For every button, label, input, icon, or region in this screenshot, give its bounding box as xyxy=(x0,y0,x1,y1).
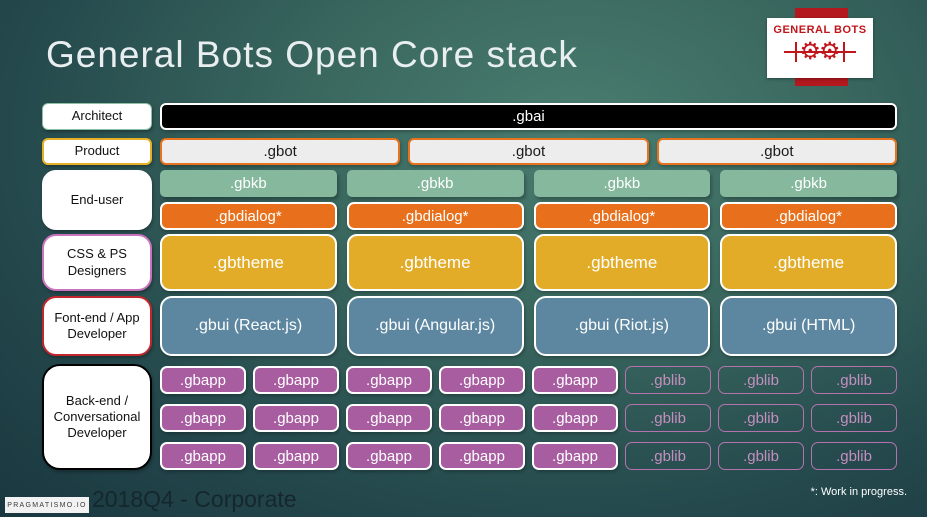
role-label-css-ps-designers: CSS & PS Designers xyxy=(42,234,152,291)
stack-box-gbapp: .gbapp xyxy=(253,442,339,470)
stack-box-gbapp: .gbapp xyxy=(160,442,246,470)
row-gbui: .gbui (React.js) .gbui (Angular.js) .gbu… xyxy=(160,296,897,356)
stack-box-gbapp: .gbapp xyxy=(253,404,339,432)
gear-axle-right xyxy=(842,42,845,62)
stack-box-gbtheme: .gbtheme xyxy=(533,234,711,291)
stack-box-gbapp: .gbapp xyxy=(532,366,618,394)
gear-axle-left xyxy=(795,42,798,62)
footer-edition-text: 2018Q4 - Corporate xyxy=(92,486,297,512)
stack-box-gbapp: .gbapp xyxy=(439,404,525,432)
stack-box-gbtheme: .gbtheme xyxy=(160,234,337,291)
role-label-frontend-app-developer: Font-end / App Developer xyxy=(42,296,152,356)
stack-box-gbapp: .gbapp xyxy=(532,442,618,470)
stack-box-gbui-angular: .gbui (Angular.js) xyxy=(346,296,524,356)
row-gbapp-3: .gbapp .gbapp .gbapp .gbapp .gbapp .gbli… xyxy=(160,442,897,470)
stack-box-gbapp: .gbapp xyxy=(160,366,246,394)
role-label-backend-conversational-developer: Back-end / Conversational Developer xyxy=(42,364,152,470)
work-in-progress-note: *: Work in progress. xyxy=(810,486,907,498)
stack-box-gblib: .gblib xyxy=(718,442,804,470)
stack-box-gblib: .gblib xyxy=(625,404,711,432)
role-label-end-user: End-user xyxy=(42,170,152,230)
stack-box-gbot: .gbot xyxy=(656,138,897,165)
stack-box-gbui-html: .gbui (HTML) xyxy=(720,296,897,356)
stack-box-gbkb: .gbkb xyxy=(346,170,524,197)
logo-wordmark: GENERAL BOTS xyxy=(773,24,867,36)
stack-box-gblib: .gblib xyxy=(718,366,804,394)
gear-icon: ⚙ xyxy=(819,38,841,65)
stack-box-gblib: .gblib xyxy=(625,442,711,470)
stack-box-gblib: .gblib xyxy=(718,404,804,432)
stack-box-gbkb: .gbkb xyxy=(533,170,711,197)
row-gbot: .gbot .gbot .gbot xyxy=(160,138,897,165)
stack-box-gbapp: .gbapp xyxy=(532,404,618,432)
stack-box-gbtheme: .gbtheme xyxy=(720,234,897,291)
stack-box-gbapp: .gbapp xyxy=(253,366,339,394)
stack-box-gblib: .gblib xyxy=(625,366,711,394)
stack-box-gbdialog: .gbdialog* xyxy=(160,202,337,230)
stack-box-gblib: .gblib xyxy=(811,366,897,394)
stack-box-gbkb: .gbkb xyxy=(160,170,337,197)
pragmatismo-logo: PRAGMATISMO.IO xyxy=(5,497,89,513)
stack-box-gbdialog: .gbdialog* xyxy=(533,202,711,230)
role-label-architect: Architect xyxy=(42,103,152,130)
stack-box-gbapp: .gbapp xyxy=(439,366,525,394)
slide-title: General Bots Open Core stack xyxy=(46,34,578,75)
row-gbtheme: .gbtheme .gbtheme .gbtheme .gbtheme xyxy=(160,234,897,291)
stack-box-gbapp: .gbapp xyxy=(439,442,525,470)
gears-icon: ⚙ ⚙ xyxy=(778,36,862,68)
stack-box-gbdialog: .gbdialog* xyxy=(720,202,897,230)
stack-box-gbdialog: .gbdialog* xyxy=(346,202,524,230)
gear-icon: ⚙ xyxy=(799,38,821,65)
stack-box-gbui-react: .gbui (React.js) xyxy=(160,296,337,356)
slide: General Bots Open Core stack GENERAL BOT… xyxy=(0,0,927,517)
role-label-product: Product xyxy=(42,138,152,165)
stack-box-gbtheme: .gbtheme xyxy=(346,234,524,291)
stack-box-gbot: .gbot xyxy=(160,138,401,165)
row-gbdialog: .gbdialog* .gbdialog* .gbdialog* .gbdial… xyxy=(160,202,897,230)
row-gbapp-2: .gbapp .gbapp .gbapp .gbapp .gbapp .gbli… xyxy=(160,404,897,432)
stack-box-gbapp: .gbapp xyxy=(346,442,432,470)
row-gbkb: .gbkb .gbkb .gbkb .gbkb xyxy=(160,170,897,197)
row-gbai: .gbai xyxy=(160,103,897,130)
stack-box-gblib: .gblib xyxy=(811,404,897,432)
stack-box-gbkb: .gbkb xyxy=(720,170,897,197)
logo-card: GENERAL BOTS ⚙ ⚙ xyxy=(767,18,873,78)
row-gbapp-1: .gbapp .gbapp .gbapp .gbapp .gbapp .gbli… xyxy=(160,366,897,394)
stack-box-gbot: .gbot xyxy=(408,138,649,165)
stack-box-gbapp: .gbapp xyxy=(346,366,432,394)
stack-box-gbai: .gbai xyxy=(160,103,897,130)
stack-box-gbapp: .gbapp xyxy=(160,404,246,432)
stack-box-gbapp: .gbapp xyxy=(346,404,432,432)
stack-box-gblib: .gblib xyxy=(811,442,897,470)
stack-box-gbui-riot: .gbui (Riot.js) xyxy=(533,296,711,356)
